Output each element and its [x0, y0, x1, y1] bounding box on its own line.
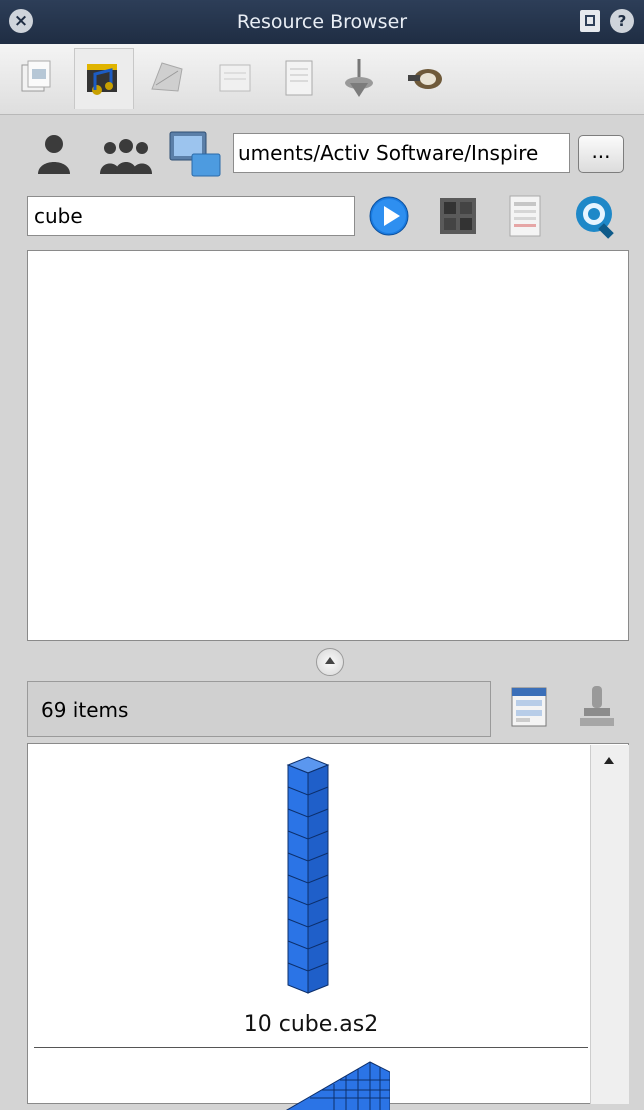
stamp-icon[interactable]: [574, 682, 620, 732]
search-results-list-icon[interactable]: [504, 192, 546, 240]
list-item[interactable]: [34, 1048, 588, 1110]
list-item[interactable]: 10 cube.as2: [34, 747, 588, 1048]
scroll-up-arrow-icon[interactable]: [604, 757, 614, 764]
tab-shapes[interactable]: [138, 48, 196, 108]
help-icon[interactable]: ?: [610, 9, 634, 33]
my-resources-icon[interactable]: [30, 132, 78, 176]
cube-block-image: [285, 1061, 390, 1110]
search-input[interactable]: cube: [27, 196, 355, 236]
tab-notes[interactable]: [206, 48, 264, 108]
pin-icon[interactable]: [580, 10, 600, 32]
tab-lesson[interactable]: [330, 48, 388, 108]
window-title: Resource Browser: [236, 11, 408, 33]
tab-pages[interactable]: [270, 48, 328, 108]
computer-folders-icon[interactable]: [166, 128, 224, 180]
tab-my-resources[interactable]: [8, 48, 66, 108]
magnifier-search-icon[interactable]: [570, 192, 620, 240]
shared-resources-icon[interactable]: [96, 134, 154, 176]
browse-button[interactable]: ...: [578, 135, 624, 173]
tab-tools[interactable]: [396, 48, 454, 108]
vertical-scrollbar[interactable]: [590, 745, 629, 1104]
search-options-icon[interactable]: [436, 194, 480, 238]
cube-rod-image: [286, 756, 330, 994]
resource-path-field[interactable]: uments/Activ Software/Inspire: [233, 133, 570, 173]
browser-tabs: [0, 44, 644, 115]
search-go-icon[interactable]: [368, 195, 410, 237]
view-mode-icon[interactable]: [506, 684, 552, 730]
collapse-splitter-icon[interactable]: [316, 648, 344, 676]
title-bar: × Resource Browser ?: [0, 0, 644, 44]
item-label: 10 cube.as2: [243, 1012, 379, 1037]
item-count-label: 69 items: [27, 681, 491, 737]
tab-media[interactable]: [74, 48, 134, 109]
search-results-panel: [27, 250, 629, 641]
